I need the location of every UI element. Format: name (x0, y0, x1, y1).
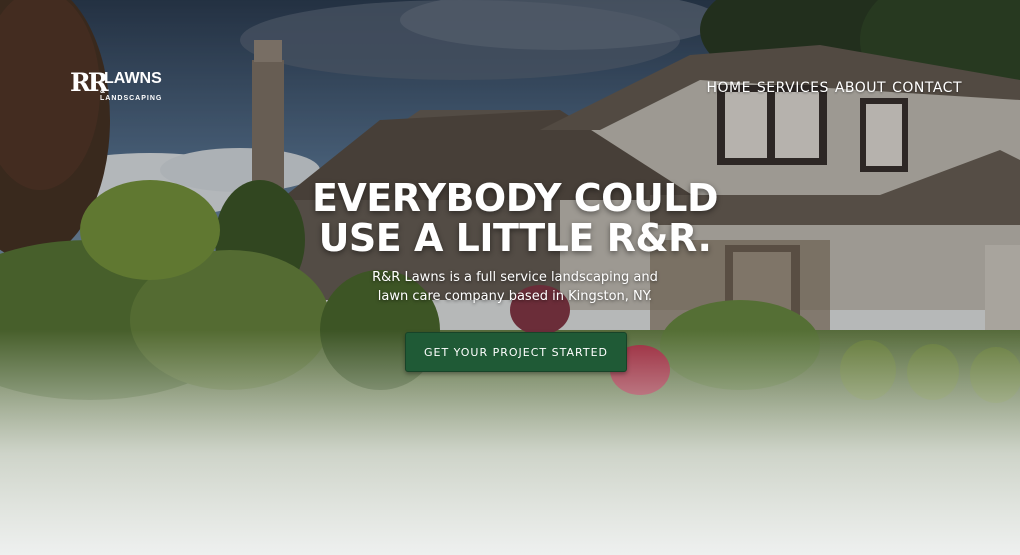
hero-subtitle: R&R Lawns is a full service landscaping … (330, 268, 700, 306)
hero-subtitle-line-2: lawn care company based in Kingston, NY. (377, 289, 653, 304)
logo-tagline: & LANDSCAPING (100, 88, 163, 102)
nav-item-home[interactable]: HOME (706, 80, 750, 96)
get-project-started-button[interactable]: GET YOUR PROJECT STARTED (405, 332, 627, 372)
nav-item-services[interactable]: SERVICES (757, 80, 829, 96)
hero-headline: EVERYBODY COULD USE A LITTLE R&R. (300, 178, 730, 258)
hero-section: RR LAWNS & LANDSCAPING HOME SERVICES ABO… (0, 0, 1020, 555)
brand-logo[interactable]: RR LAWNS & LANDSCAPING (70, 68, 170, 102)
logo-wordmark: LAWNS (104, 70, 162, 87)
hero-headline-line-2: USE A LITTLE R&R. (318, 216, 712, 260)
nav-item-about[interactable]: ABOUT (835, 80, 886, 96)
hero-subtitle-line-1: R&R Lawns is a full service landscaping … (372, 270, 658, 285)
hero-headline-line-1: EVERYBODY COULD (311, 176, 719, 220)
nav-item-contact[interactable]: CONTACT (892, 80, 962, 96)
main-nav: HOME SERVICES ABOUT CONTACT (706, 80, 962, 96)
